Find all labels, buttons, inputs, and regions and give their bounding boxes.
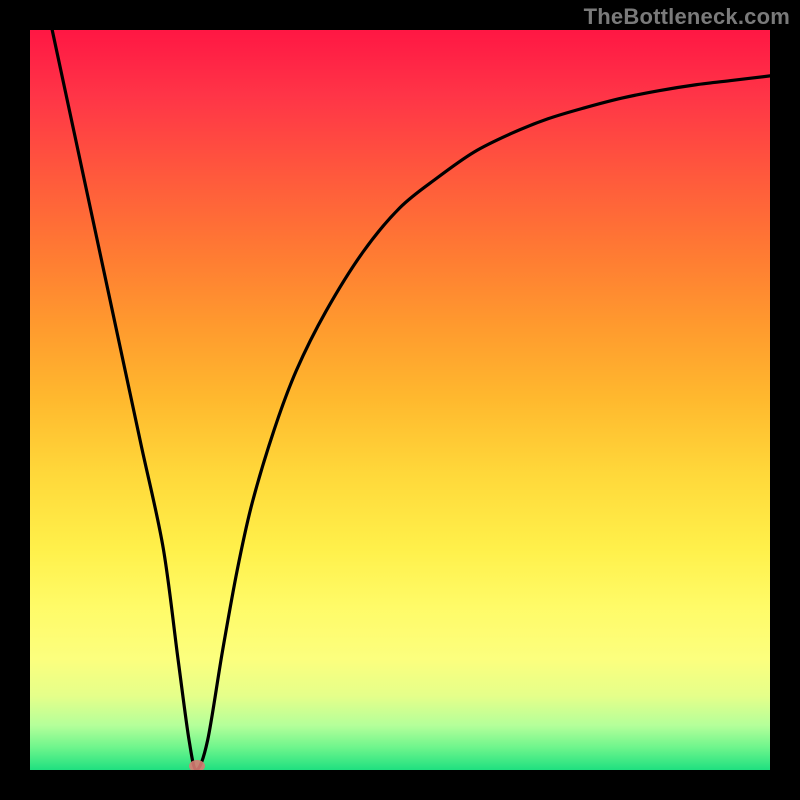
plot-area	[30, 30, 770, 770]
bottleneck-curve	[30, 30, 770, 770]
watermark-text: TheBottleneck.com	[584, 4, 790, 30]
optimum-marker-icon	[189, 760, 205, 770]
chart-frame: TheBottleneck.com	[0, 0, 800, 800]
